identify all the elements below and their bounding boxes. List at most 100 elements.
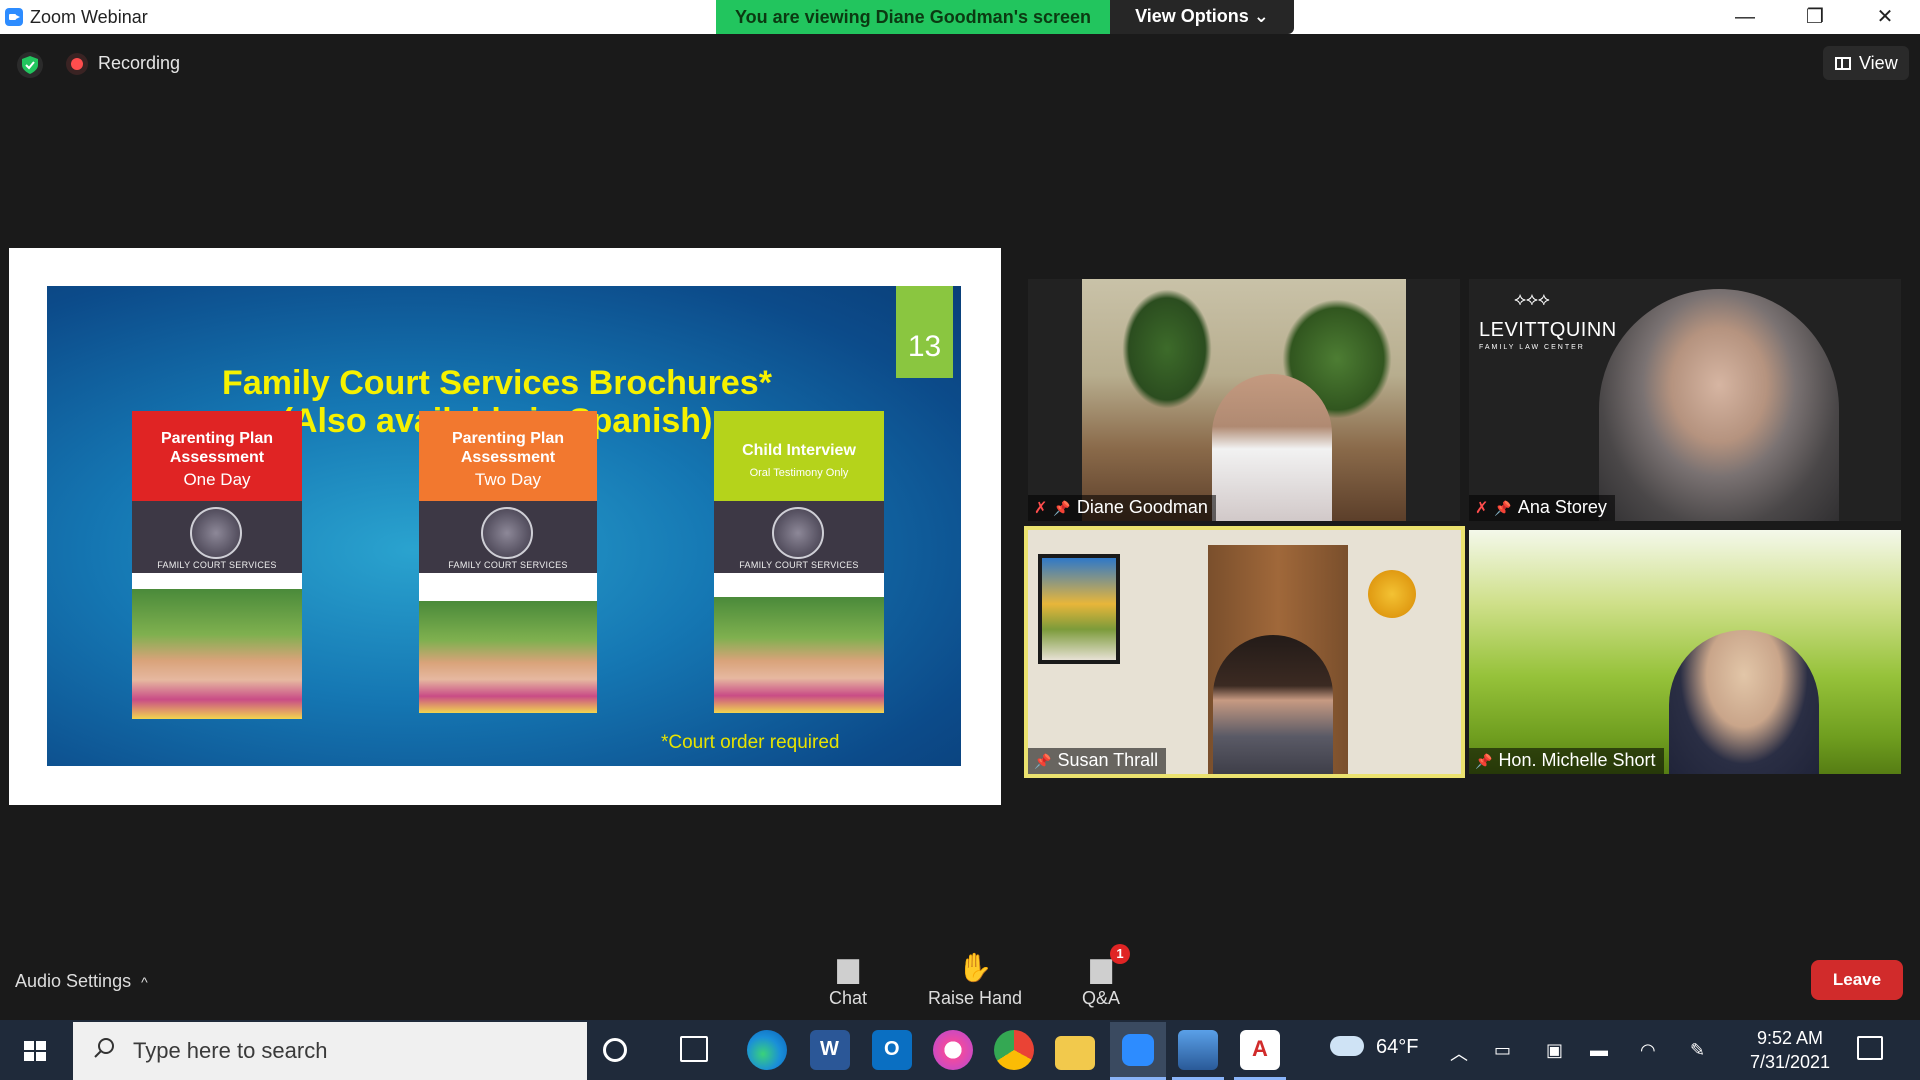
chat-bubble-icon: ▆ <box>837 952 859 983</box>
video-tile-michelle-short[interactable]: 📌 Hon. Michelle Short <box>1469 530 1901 774</box>
chat-label: Chat <box>828 988 868 1008</box>
raise-hand-label: Raise Hand <box>927 988 1023 1008</box>
cloud-icon <box>1330 1036 1364 1056</box>
participant-video <box>1213 635 1333 774</box>
brochure-header: Child Interview Oral Testimony Only <box>714 411 884 501</box>
camera-icon[interactable]: ▣ <box>1546 1040 1563 1061</box>
clock-date: 7/31/2021 <box>1749 1052 1831 1072</box>
plant-image <box>1122 289 1212 409</box>
participant-name-label: ✗ 📌 Ana Storey <box>1469 495 1615 521</box>
title-bar: Zoom Webinar You are viewing Diane Goodm… <box>0 0 1920 34</box>
hand-icon: ✋ <box>957 952 993 983</box>
zoom-app-icon <box>5 8 23 26</box>
close-button[interactable]: ✕ <box>1850 0 1920 34</box>
brochure-subtitle: One Day <box>183 470 251 489</box>
participant-video <box>1212 374 1332 521</box>
minimize-button[interactable]: — <box>1710 0 1780 34</box>
network-device-icon[interactable]: ▭ <box>1494 1040 1511 1061</box>
brochure-org: FAMILY COURT SERVICES <box>157 560 277 570</box>
recording-label: Recording <box>98 53 181 73</box>
wifi-icon[interactable]: ◠ <box>1640 1040 1656 1061</box>
video-tile-susan-thrall-active-speaker[interactable]: 📌 Susan Thrall <box>1024 526 1465 778</box>
children-photo <box>132 589 302 719</box>
chevron-up-icon[interactable]: ︿ <box>1450 1040 1468 1066</box>
acrobat-icon[interactable] <box>1240 1030 1280 1070</box>
background-logo: LEVITTQUINN FAMILY LAW CENTER <box>1479 319 1617 351</box>
view-options-button[interactable]: View Options ⌄ <box>1110 0 1294 34</box>
qa-button[interactable]: ▆ Q&A <box>1046 948 1156 1018</box>
pin-icon: 📌 <box>1475 753 1493 769</box>
brochure-title: Parenting Plan Assessment <box>160 430 274 466</box>
remote-desktop-icon[interactable] <box>1178 1030 1218 1070</box>
court-seal-icon <box>481 507 533 559</box>
participant-name-label: 📌 Hon. Michelle Short <box>1469 748 1664 774</box>
shared-screen: 13 Family Court Services Brochures* (Als… <box>9 248 1001 805</box>
participant-name-label: ✗ 📌 Diane Goodman <box>1028 495 1216 521</box>
brochure-subtitle: Two Day <box>474 470 542 489</box>
participant-name: Susan Thrall <box>1057 750 1159 770</box>
children-photo <box>419 601 597 713</box>
window-title: Zoom Webinar <box>30 7 148 27</box>
brochure-title: Parenting Plan Assessment <box>451 430 565 466</box>
brochure-band: FAMILY COURT SERVICES <box>714 501 884 573</box>
view-options-label: View Options <box>1135 6 1249 26</box>
cortana-icon[interactable] <box>603 1038 627 1062</box>
video-tile-diane-goodman[interactable]: ✗ 📌 Diane Goodman <box>1028 279 1460 521</box>
sun-decoration-image <box>1368 570 1416 618</box>
task-view-icon[interactable] <box>680 1036 708 1062</box>
zoom-taskbar-icon[interactable] <box>1110 1022 1166 1080</box>
weather-widget[interactable]: 64°F <box>1330 1036 1418 1059</box>
qa-notification-badge: 1 <box>1110 944 1130 964</box>
brochure-band: FAMILY COURT SERVICES <box>419 501 597 573</box>
edge-browser-icon[interactable] <box>747 1030 787 1070</box>
brochure-two-day: Parenting Plan Assessment Two Day FAMILY… <box>419 411 597 713</box>
raise-hand-button[interactable]: ✋ Raise Hand <box>920 948 1030 1018</box>
brochure-title: Child Interview <box>742 442 856 459</box>
maximize-button[interactable]: ❐ <box>1780 0 1850 34</box>
clock-time: 9:52 AM <box>1756 1028 1824 1048</box>
windows-logo-icon <box>24 1041 46 1061</box>
chrome-icon[interactable] <box>994 1030 1034 1070</box>
video-tile-ana-storey[interactable]: ⟡⟡⟡ LEVITTQUINN FAMILY LAW CENTER ✗ 📌 Ana … <box>1469 279 1901 521</box>
audio-settings-label: Audio Settings <box>15 971 132 991</box>
outlook-icon[interactable] <box>872 1030 912 1070</box>
chat-button[interactable]: ▆ Chat <box>793 948 903 1018</box>
taskbar-search-box[interactable]: Type here to search <box>73 1022 587 1080</box>
word-icon[interactable] <box>810 1030 850 1070</box>
brochure-band: FAMILY COURT SERVICES <box>132 501 302 573</box>
background-logo-text: LEVITTQUINN <box>1479 319 1617 341</box>
presentation-slide: 13 Family Court Services Brochures* (Als… <box>47 286 961 766</box>
brochure-child-interview: Child Interview Oral Testimony Only FAMI… <box>714 411 884 713</box>
temperature: 64°F <box>1376 1036 1419 1058</box>
court-order-note: *Court order required <box>661 732 840 753</box>
itunes-icon[interactable] <box>933 1030 973 1070</box>
brochure-header: Parenting Plan Assessment Two Day <box>419 411 597 501</box>
brochure-header: Parenting Plan Assessment One Day <box>132 411 302 501</box>
notification-center-icon[interactable] <box>1857 1036 1883 1060</box>
mic-muted-icon: ✗ <box>1034 500 1048 517</box>
court-seal-icon <box>190 507 242 559</box>
chevron-up-icon: ^ <box>141 974 148 990</box>
participant-name-label: 📌 Susan Thrall <box>1028 748 1167 774</box>
audio-settings-button[interactable]: Audio Settings ^ <box>15 971 148 992</box>
participant-video <box>1669 630 1819 774</box>
court-seal-icon <box>772 507 824 559</box>
video-feed <box>1082 279 1406 521</box>
participant-video <box>1599 289 1839 521</box>
battery-icon[interactable]: ▬ <box>1590 1040 1608 1061</box>
pin-icon: 📌 <box>1494 500 1512 516</box>
security-shield-icon[interactable] <box>17 52 43 78</box>
start-button[interactable] <box>0 1020 72 1080</box>
viewing-screen-banner: You are viewing Diane Goodman's screen <box>716 0 1110 34</box>
leave-button[interactable]: Leave <box>1811 960 1903 1000</box>
search-placeholder: Type here to search <box>133 1038 328 1063</box>
recording-icon <box>66 53 88 75</box>
pin-icon: 📌 <box>1034 753 1052 769</box>
view-button[interactable]: View <box>1823 46 1909 80</box>
file-explorer-icon[interactable] <box>1055 1036 1095 1070</box>
search-icon <box>94 1038 114 1058</box>
chevron-down-icon: ⌄ <box>1253 6 1269 26</box>
system-clock[interactable]: 9:52 AM 7/31/2021 <box>1740 1026 1840 1074</box>
pen-icon[interactable]: ✎ <box>1690 1040 1705 1061</box>
children-photo <box>714 597 884 713</box>
